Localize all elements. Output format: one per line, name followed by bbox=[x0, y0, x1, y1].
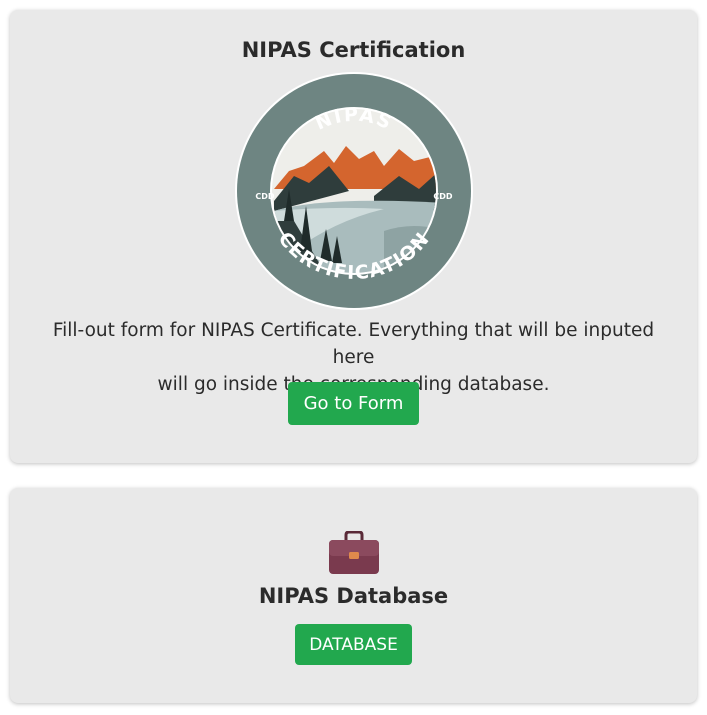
logo-right-text: CDD bbox=[433, 192, 453, 201]
logo-left-text: CDD bbox=[255, 192, 275, 201]
briefcase-icon bbox=[328, 530, 380, 575]
description-line-1: Fill-out form for NIPAS Certificate. Eve… bbox=[52, 320, 655, 368]
go-to-form-button[interactable]: Go to Form bbox=[288, 382, 419, 425]
nipas-certification-card: NIPAS Certification NIPAS CERTIFICATION … bbox=[10, 10, 697, 463]
card-title: NIPAS Database bbox=[258, 584, 449, 608]
database-button[interactable]: DATABASE bbox=[295, 624, 412, 665]
nipas-database-card: NIPAS Database DATABASE bbox=[10, 488, 697, 703]
nipas-certification-logo: NIPAS CERTIFICATION CDD CDD bbox=[234, 71, 474, 311]
card-title: NIPAS Certification bbox=[241, 38, 466, 62]
